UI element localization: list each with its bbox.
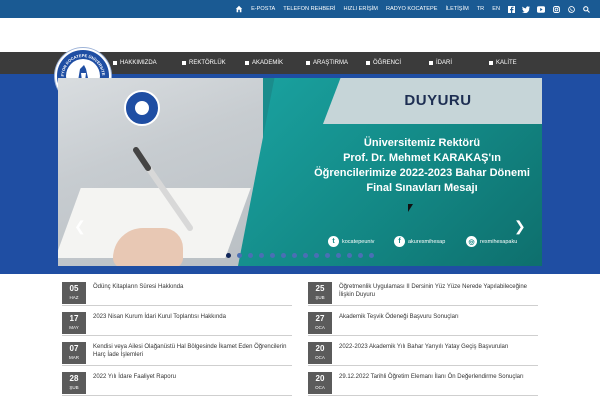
nav-bullet-icon: [306, 61, 310, 65]
youtube-icon[interactable]: [537, 5, 545, 13]
header-spacer: [0, 18, 600, 52]
instagram-icon: ◎: [466, 236, 477, 247]
news-item[interactable]: 28 ŞUB 2022 Yılı İdare Faaliyet Raporu: [62, 372, 292, 396]
slide-social-facebook: f akuresmihesap: [394, 236, 445, 247]
news-title: Öğretmenlik Uygulaması II Dersinin Yüz Y…: [339, 284, 527, 298]
nav-bullet-icon: [113, 61, 117, 65]
slider-dot[interactable]: [259, 253, 264, 258]
news-item[interactable]: 20 OCA 2022-2023 Akademik Yılı Bahar Yarı…: [308, 342, 538, 366]
slider-pagination: [0, 253, 600, 261]
news-item[interactable]: 27 OCA Akademik Teşvik Ödeneği Başvuru So…: [308, 312, 538, 336]
news-date: 25 ŞUB: [308, 282, 332, 304]
slider-dot[interactable]: [248, 253, 253, 258]
nav-bullet-icon: [429, 61, 433, 65]
topbar-link-email[interactable]: E-POSTA: [251, 6, 275, 12]
topbar-link-lang-tr[interactable]: TR: [477, 6, 484, 12]
slide-headline: Üniversitemiz Rektörü Prof. Dr. Mehmet K…: [314, 137, 530, 194]
slider-dot[interactable]: [369, 253, 374, 258]
slider-dot[interactable]: [281, 253, 286, 258]
facebook-icon: f: [394, 236, 405, 247]
nav-bullet-icon: [366, 61, 370, 65]
nav-item-student[interactable]: ÖĞRENCİ: [366, 52, 401, 74]
topbar-link-contact[interactable]: İLETİŞİM: [445, 6, 468, 12]
topbar-link-radio[interactable]: RADYO KOCATEPE: [386, 6, 438, 12]
instagram-icon[interactable]: [552, 5, 560, 13]
news-date: 05 HAZ: [62, 282, 86, 304]
slider-dot[interactable]: [303, 253, 308, 258]
facebook-icon[interactable]: [507, 5, 515, 13]
slider-dot[interactable]: [347, 253, 352, 258]
slide-next-arrow-icon[interactable]: ❯: [514, 218, 526, 235]
slider-dot[interactable]: [292, 253, 297, 258]
twitter-icon[interactable]: [522, 5, 530, 13]
nav-bullet-icon: [182, 61, 186, 65]
home-icon[interactable]: [235, 5, 243, 13]
news-title: Ödünç Kitapların Süresi Hakkında: [93, 284, 184, 290]
slide-social-twitter: t kocatepeuniv: [328, 236, 374, 247]
search-icon[interactable]: [582, 5, 590, 13]
news-item[interactable]: 05 HAZ Ödünç Kitapların Süresi Hakkında: [62, 282, 292, 306]
nav-item-research[interactable]: ARAŞTIRMA: [306, 52, 348, 74]
news-date: 27 OCA: [308, 312, 332, 334]
slide-social-instagram: ◎ resmihesapaku: [466, 236, 517, 247]
main-navigation: HAKKIMIZDA REKTÖRLÜK AKADEMİK ARAŞTIRMA …: [0, 52, 600, 74]
slide-seal: [124, 90, 160, 126]
slider-dot[interactable]: [325, 253, 330, 258]
news-date: 28 ŞUB: [62, 372, 86, 394]
news-item[interactable]: 20 OCA 29.12.2022 Tarihli Öğretim Elemanı…: [308, 372, 538, 396]
news-item[interactable]: 07 MAR Kendisi veya Ailesi Olağanüstü Hal…: [62, 342, 292, 366]
topbar-link-quick-access[interactable]: HIZLI ERİŞİM: [343, 6, 378, 12]
news-date: 20 OCA: [308, 342, 332, 364]
nav-item-about[interactable]: HAKKIMIZDA: [113, 52, 157, 74]
news-date: 07 MAR: [62, 342, 86, 364]
news-item[interactable]: 17 MAY 2023 Nisan Kurum İdari Kurul Topla…: [62, 312, 292, 336]
mouse-cursor-icon: [408, 204, 413, 212]
slider-dot[interactable]: [314, 253, 319, 258]
pen-icon: [133, 147, 193, 231]
slider-dot[interactable]: [336, 253, 341, 258]
news-title: 2022 Yılı İdare Faaliyet Raporu: [93, 374, 176, 380]
nav-bullet-icon: [245, 61, 249, 65]
twitter-icon: t: [328, 236, 339, 247]
news-date: 17 MAY: [62, 312, 86, 334]
news-title: Akademik Teşvik Ödeneği Başvuru Sonuçlar…: [339, 314, 459, 320]
topbar-link-lang-en[interactable]: EN: [492, 6, 500, 12]
slide-prev-arrow-icon[interactable]: ❮: [74, 218, 86, 235]
announcement-slide[interactable]: DUYURU Üniversitemiz Rektörü Prof. Dr. M…: [58, 78, 542, 266]
news-date: 20 OCA: [308, 372, 332, 394]
news-title: 29.12.2022 Tarihli Öğretim Elemanı İlanı…: [339, 374, 524, 380]
nav-item-quality[interactable]: KALİTE: [489, 52, 517, 74]
slider-dot[interactable]: [358, 253, 363, 258]
nav-bullet-icon: [489, 61, 493, 65]
topbar-link-phonebook[interactable]: TELEFON REHBERİ: [283, 6, 335, 12]
nav-item-administrative[interactable]: İDARİ: [429, 52, 452, 74]
slider-dot[interactable]: [226, 253, 231, 258]
slider-dot[interactable]: [237, 253, 242, 258]
whatsapp-icon[interactable]: [567, 5, 575, 13]
nav-item-rectorate[interactable]: REKTÖRLÜK: [182, 52, 226, 74]
nav-item-academic[interactable]: AKADEMİK: [245, 52, 283, 74]
news-title: Kendisi veya Ailesi Olağanüstü Hal Bölge…: [93, 344, 287, 358]
slide-badge: DUYURU: [404, 92, 472, 109]
news-item[interactable]: 25 ŞUB Öğretmenlik Uygulaması II Dersinin…: [308, 282, 538, 306]
slider-dot[interactable]: [270, 253, 275, 258]
news-title: 2023 Nisan Kurum İdari Kurul Toplantısı …: [93, 314, 226, 320]
top-utility-bar: E-POSTA TELEFON REHBERİ HIZLI ERİŞİM RAD…: [0, 0, 600, 18]
news-title: 2022-2023 Akademik Yılı Bahar Yarıyılı Y…: [339, 344, 509, 350]
